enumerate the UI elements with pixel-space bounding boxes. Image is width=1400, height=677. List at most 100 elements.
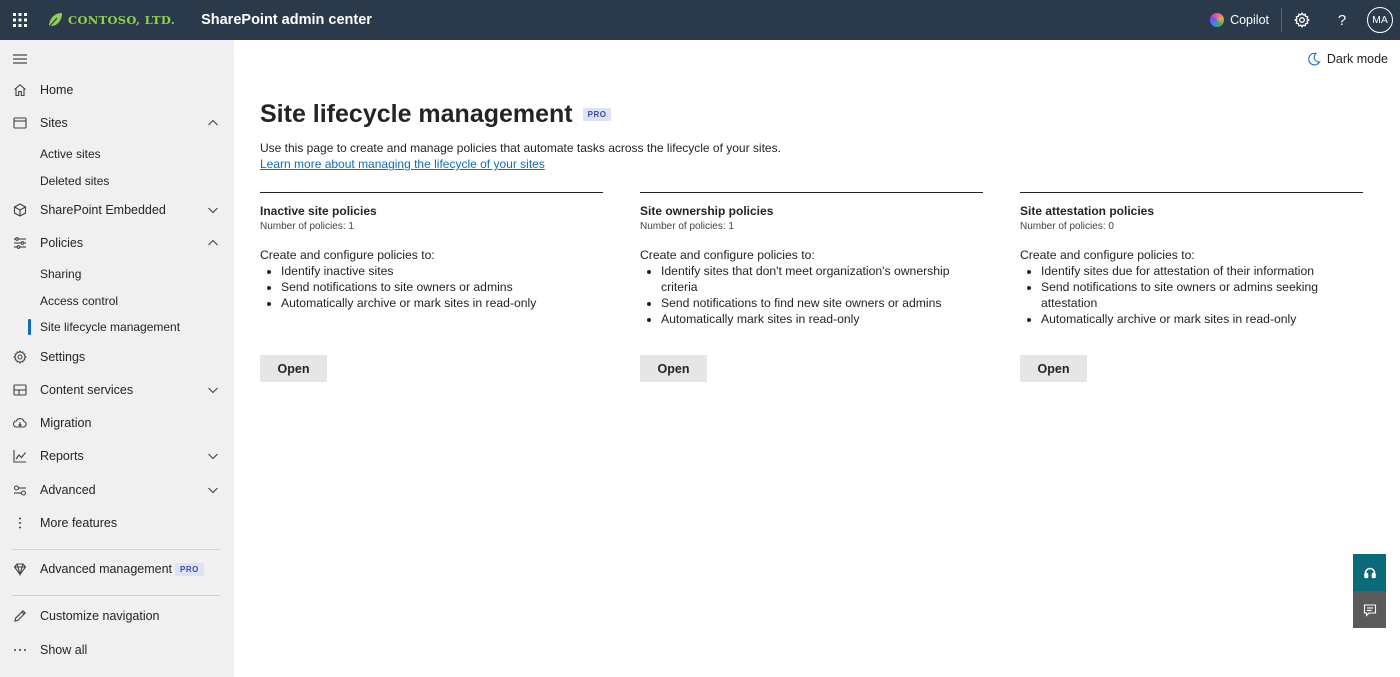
chevron-down-icon[interactable] [206,203,220,217]
ellipsis-icon [12,642,28,658]
nav-migration[interactable]: Migration [0,408,234,438]
copilot-label: Copilot [1230,13,1269,27]
card-count: Number of policies: 0 [1020,221,1114,232]
card-count: Number of policies: 1 [260,221,354,232]
nav-advanced[interactable]: Advanced [0,475,234,505]
nav-label: SharePoint Embedded [40,203,166,217]
nav-active-sites[interactable]: Active sites [0,142,234,166]
list-item: Send notifications to find new site owne… [661,295,983,311]
policy-card-inactive: Inactive site policies Number of policie… [260,192,603,311]
card-rule [1020,192,1363,193]
list-item: Automatically mark sites in read-only [661,311,983,327]
page-title: Site lifecycle management PRO [260,100,612,129]
nav-label: Site lifecycle management [40,320,181,334]
reports-icon [12,448,28,464]
more-features-icon [12,515,28,531]
card-intro: Create and configure policies to: [260,248,435,262]
copilot-button[interactable]: Copilot [1198,0,1281,40]
card-intro: Create and configure policies to: [640,248,815,262]
nav-label: Deleted sites [40,174,110,188]
moon-icon [1308,52,1321,66]
hamburger-icon[interactable] [12,52,28,64]
nav-label: Advanced management [40,562,173,576]
card-count: Number of policies: 1 [640,221,734,232]
chevron-down-icon[interactable] [206,483,220,497]
gear-icon [12,349,28,365]
question-icon: ? [1337,11,1347,29]
nav-advanced-management[interactable]: Advanced management PRO [0,554,234,584]
nav-sites[interactable]: Sites [0,108,234,138]
nav-label: Home [40,83,74,97]
sidebar-divider [12,549,220,550]
help-button[interactable]: ? [1322,0,1362,40]
list-item: Identify sites due for attestation of th… [1041,263,1363,279]
nav-label: Sites [40,116,68,130]
home-icon [12,82,28,98]
list-item: Send notifications to site owners or adm… [1041,279,1363,311]
nav-reports[interactable]: Reports [0,441,234,471]
help-chat-button[interactable] [1353,554,1386,591]
open-inactive-policies-button[interactable]: Open [260,355,327,382]
diamond-icon [12,561,28,577]
card-rule [640,192,983,193]
copilot-icon [1210,13,1225,27]
nav-label: More features [40,516,118,530]
company-logo[interactable]: CONTOSO, LTD. [46,11,175,29]
policy-card-attestation: Site attestation policies Number of poli… [1020,192,1363,327]
nav-deleted-sites[interactable]: Deleted sites [0,169,234,193]
list-item: Identify sites that don't meet organizat… [661,263,983,295]
nav-settings[interactable]: Settings [0,342,234,372]
nav-more-features[interactable]: More features [0,508,234,538]
gear-icon [1294,12,1310,28]
card-bullets: Identify sites that don't meet organizat… [640,263,983,327]
nav-label: Policies [40,236,84,250]
page-description: Use this page to create and manage polic… [260,141,781,155]
settings-button[interactable] [1282,0,1322,40]
card-title: Site ownership policies [640,204,774,218]
pencil-icon [12,608,28,624]
card-intro: Create and configure policies to: [1020,248,1195,262]
left-navigation: Home Sites Active sites Deleted sites Sh… [0,40,234,677]
nav-label: Sharing [40,267,82,281]
nav-access-control[interactable]: Access control [0,289,234,313]
nav-customize-navigation[interactable]: Customize navigation [0,601,234,631]
nav-label: Advanced [40,483,96,497]
nav-label: Access control [40,294,119,308]
selected-indicator [28,319,31,335]
open-attestation-policies-button[interactable]: Open [1020,355,1087,382]
policies-icon [12,235,28,251]
chevron-down-icon[interactable] [206,383,220,397]
learn-more-link[interactable]: Learn more about managing the lifecycle … [260,157,545,171]
chevron-up-icon[interactable] [206,116,220,130]
top-bar: CONTOSO, LTD. SharePoint admin center Co… [0,0,1400,40]
dark-mode-toggle[interactable]: Dark mode [1307,52,1388,66]
card-bullets: Identify inactive sites Send notificatio… [260,263,603,311]
nav-site-lifecycle-management[interactable]: Site lifecycle management [0,315,234,339]
app-launcher-icon[interactable] [0,0,40,40]
nav-label: Active sites [40,147,101,161]
page-title-text: Site lifecycle management [260,100,573,128]
nav-home[interactable]: Home [0,75,234,105]
nav-show-all[interactable]: Show all [0,635,234,665]
dark-mode-label: Dark mode [1326,52,1388,66]
nav-sharing[interactable]: Sharing [0,262,234,286]
pro-badge: PRO [175,562,204,576]
main-content: Dark mode Site lifecycle management PRO … [234,40,1400,677]
company-name: CONTOSO, LTD. [68,13,176,27]
chevron-up-icon[interactable] [206,236,220,250]
nav-content-services[interactable]: Content services [0,375,234,405]
app-title[interactable]: SharePoint admin center [201,12,372,28]
feedback-button[interactable] [1353,591,1386,628]
pro-badge: PRO [582,108,612,121]
chevron-down-icon[interactable] [206,449,220,463]
cube-icon [12,202,28,218]
nav-label: Reports [40,449,84,463]
nav-label: Customize navigation [40,609,160,623]
nav-policies[interactable]: Policies [0,228,234,258]
card-title: Inactive site policies [260,204,377,218]
nav-sharepoint-embedded[interactable]: SharePoint Embedded [0,195,234,225]
open-ownership-policies-button[interactable]: Open [640,355,707,382]
nav-label: Settings [40,350,86,364]
nav-label: Show all [40,643,88,657]
avatar[interactable]: MA [1367,7,1393,33]
